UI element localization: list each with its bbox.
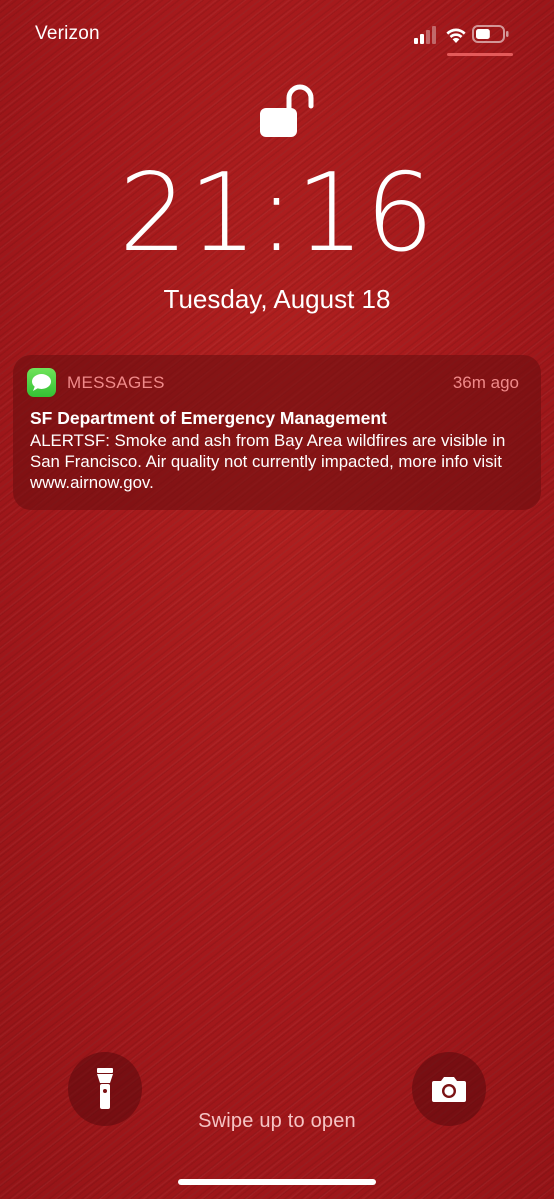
messages-app-icon [27,368,56,397]
wifi-icon [446,28,466,43]
lock-screen-date: Tuesday, August 18 [163,284,391,314]
status-indicator-bar [447,53,513,56]
flashlight-icon [97,1068,113,1109]
notification-body: ALERTSF: Smoke and ash from Bay Area wil… [30,431,506,492]
message-notification[interactable]: MESSAGES 36m ago SF Department of Emerge… [13,355,541,510]
notification-app-name: MESSAGES [67,373,165,392]
unlocked-padlock-icon[interactable] [259,80,315,140]
cellular-signal-icon [414,24,440,44]
home-indicator[interactable] [178,1179,376,1185]
camera-icon [432,1077,466,1102]
notification-title: SF Department of Emergency Management [30,408,387,428]
swipe-up-hint: Swipe up to open [198,1110,356,1132]
carrier-name: Verizon [35,23,100,44]
battery-icon [472,25,509,43]
notification-timestamp: 36m ago [452,373,519,392]
lock-screen-time: 21:16 [118,151,436,276]
